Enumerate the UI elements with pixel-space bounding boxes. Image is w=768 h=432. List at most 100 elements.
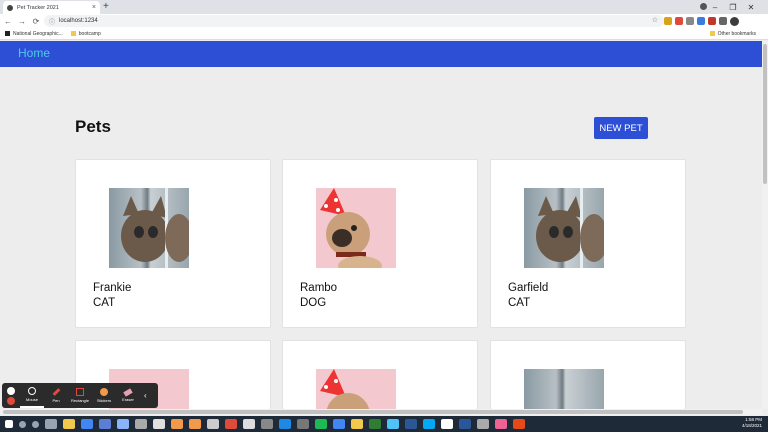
app-icon[interactable] [405, 419, 417, 429]
app-icon[interactable] [513, 419, 525, 429]
app-icon[interactable] [495, 419, 507, 429]
cortana-icon[interactable] [32, 420, 39, 428]
bookmark-bootcamp[interactable]: bootcamp [70, 31, 101, 37]
chrome-icon[interactable] [81, 419, 93, 429]
pet-type: CAT [93, 297, 116, 309]
close-window-button[interactable]: ✕ [742, 3, 760, 12]
app-icon[interactable] [135, 419, 147, 429]
recorder-controls [2, 386, 20, 405]
extension-icon[interactable] [664, 17, 672, 25]
pet-card[interactable]: Garfield CAT [490, 159, 686, 328]
home-link[interactable]: Home [18, 46, 50, 60]
pen-icon [52, 388, 60, 396]
pet-name: Rambo [300, 282, 338, 294]
word-icon[interactable] [459, 419, 471, 429]
app-icon[interactable] [189, 419, 201, 429]
pet-name: Frankie [93, 282, 132, 294]
site-info-icon[interactable]: ⓘ [49, 17, 55, 26]
stop-record-icon[interactable] [7, 396, 15, 405]
bookmark-national-geographic[interactable]: National Geographic... [5, 31, 63, 37]
new-tab-button[interactable]: + [103, 1, 109, 13]
maximize-button[interactable]: ❐ [724, 3, 742, 12]
address-bar[interactable]: ⓘ localhost:1234 ☆ [44, 15, 664, 27]
browser-tab[interactable]: Pet Tracker 2021 × [3, 1, 100, 14]
window-controls: – ❐ ✕ [706, 0, 760, 14]
clock-date: 4/18/2021 [741, 423, 762, 428]
system-clock[interactable]: 1:58 PM 4/18/2021 [742, 417, 762, 429]
bookmark-label: National Geographic... [13, 30, 63, 37]
app-icon[interactable] [243, 419, 255, 429]
forward-button[interactable]: → [16, 17, 28, 26]
pet-card[interactable] [282, 340, 478, 410]
scrollbar-thumb[interactable] [763, 44, 767, 184]
windows-taskbar: 1:58 PM 4/18/2021 [0, 416, 768, 432]
pet-card[interactable]: Frankie CAT [75, 159, 271, 328]
page-title: Pets [75, 117, 111, 136]
tool-label: Mouse [25, 397, 38, 402]
app-icon[interactable] [351, 419, 363, 429]
app-icon[interactable] [423, 419, 435, 429]
other-bookmarks[interactable]: Other bookmarks [709, 30, 756, 37]
back-button[interactable]: ← [2, 17, 14, 26]
url-text: localhost:1234 [59, 18, 98, 24]
cat-photo [109, 188, 189, 268]
vscode-icon[interactable] [279, 419, 291, 429]
tab-close-icon[interactable]: × [92, 4, 96, 11]
reload-button[interactable]: ⟳ [30, 17, 42, 26]
app-icon[interactable] [297, 419, 309, 429]
pet-card[interactable] [490, 340, 686, 410]
extension-icon[interactable] [675, 17, 683, 25]
natgeo-icon [5, 31, 10, 36]
pet-type: DOG [300, 297, 327, 309]
folder-icon [70, 31, 76, 36]
bookmark-label: Other bookmarks [717, 30, 756, 37]
tool-mouse[interactable]: Mouse [20, 383, 44, 408]
extension-icon[interactable] [708, 17, 716, 25]
chrome-icon[interactable] [333, 419, 345, 429]
profile-avatar[interactable] [730, 17, 739, 26]
app-icon[interactable] [441, 419, 453, 429]
tab-title: Pet Tracker 2021 [17, 4, 59, 11]
tool-pen[interactable]: Pen [44, 383, 68, 408]
tool-label: Eraser [122, 396, 134, 402]
tool-label: Rectangle [70, 398, 89, 403]
app-icon[interactable] [369, 419, 381, 429]
minimize-button[interactable]: – [706, 3, 724, 12]
pause-icon[interactable] [7, 386, 15, 395]
dog-photo [316, 369, 396, 410]
app-icon[interactable] [153, 419, 165, 429]
horizontal-scrollbar[interactable] [0, 409, 762, 415]
task-view-icon[interactable] [45, 419, 57, 429]
app-icon[interactable] [261, 419, 273, 429]
tab-favicon-icon [7, 4, 13, 11]
search-icon[interactable] [19, 420, 26, 428]
file-explorer-icon[interactable] [63, 419, 75, 429]
app-icon[interactable] [117, 419, 129, 429]
scrollbar-thumb[interactable] [3, 410, 743, 414]
start-icon[interactable] [5, 420, 13, 428]
bookmark-star-icon[interactable]: ☆ [652, 16, 658, 24]
tool-rectangle[interactable]: Rectangle [68, 383, 92, 408]
app-header: Home [0, 41, 762, 67]
app-icon[interactable] [225, 419, 237, 429]
app-icon[interactable] [99, 419, 111, 429]
extension-icon[interactable] [686, 17, 694, 25]
dog-photo [316, 188, 396, 268]
browser-tab-strip: Pet Tracker 2021 × + – ❐ ✕ [0, 0, 768, 14]
eraser-icon [123, 387, 133, 397]
rectangle-icon [76, 388, 84, 396]
spotify-icon[interactable] [315, 419, 327, 429]
puzzle-icon[interactable] [719, 17, 727, 25]
extension-icon[interactable] [697, 17, 705, 25]
pet-card[interactable]: Rambo DOG [282, 159, 478, 328]
vertical-scrollbar[interactable] [762, 41, 768, 409]
bookmarks-bar: National Geographic... bootcamp Other bo… [0, 28, 768, 40]
app-icon[interactable] [207, 419, 219, 429]
app-icon[interactable] [387, 419, 399, 429]
new-pet-button[interactable]: NEW PET [594, 117, 648, 139]
vlc-icon[interactable] [171, 419, 183, 429]
tool-eraser[interactable]: Eraser [116, 383, 140, 408]
app-icon[interactable] [477, 419, 489, 429]
tool-stickers[interactable]: Stickers [92, 383, 116, 408]
collapse-chevron-icon[interactable]: ‹ [144, 391, 147, 400]
